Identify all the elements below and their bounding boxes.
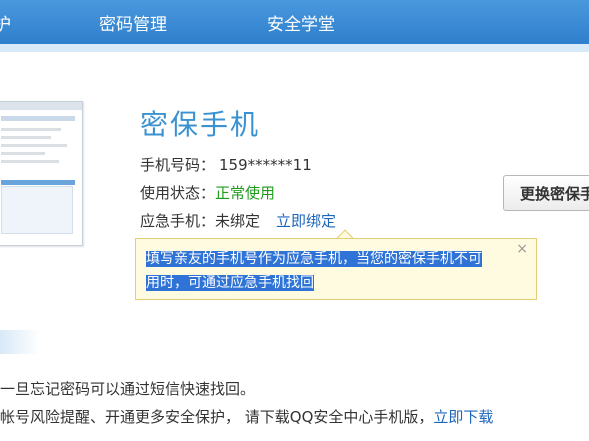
emergency-phone-tooltip: 填写亲友的手机号作为应急手机，当您的密保手机不可 用时，可通过应急手机找回 × [135,238,537,300]
tooltip-line-1: 填写亲友的手机号作为应急手机，当您的密保手机不可 [146,251,482,267]
nav-item-password-management[interactable]: 密码管理 [99,10,167,35]
preview-text-line [1,144,67,147]
preview-text-line [1,152,45,155]
nav-item-account-protection[interactable]: 护 [0,10,11,35]
section-title: 密保手机 [140,108,261,141]
preview-text-line [1,128,61,131]
nav-shadow-strip [0,44,589,52]
tooltip-text: 填写亲友的手机号作为应急手机，当您的密保手机不可 用时，可通过应急手机找回 [146,247,524,295]
emergency-phone-value: 未绑定 [215,212,261,230]
tooltip-line-2: 用时，可通过应急手机找回 [146,275,314,291]
emergency-phone-row: 应急手机：未绑定 立即绑定 [140,210,336,231]
bind-now-link[interactable]: 立即绑定 [276,212,336,230]
phone-number-label: 手机号码： [140,156,216,174]
preview-text-line [1,160,59,163]
phone-number-row: 手机号码： 159******11 [140,154,312,175]
preview-header [1,116,75,121]
download-now-link[interactable]: 立即下载 [433,408,493,426]
nav-item-security-school[interactable]: 安全学堂 [267,10,335,35]
close-icon[interactable]: × [516,241,528,257]
status-label: 使用状态： [140,184,216,202]
description-line-1: 一旦忘记密码可以通过短信快速找回。 [0,380,256,398]
phone-number-value: 159******11 [219,156,312,174]
preview-panel-header [1,180,75,185]
top-navigation-bar: 护 密码管理 安全学堂 [0,0,589,44]
description-line-2-text: 帐号风险提醒、开通更多安全保护， 请下载QQ安全中心手机版， [0,408,434,426]
emergency-phone-label: 应急手机： [140,212,216,230]
preview-panel [1,186,73,234]
status-value: 正常使用 [215,184,276,202]
preview-titlebar [0,102,82,110]
description-line-2: 帐号风险提醒、开通更多安全保护， 请下载QQ安全中心手机版，立即下载 [0,406,493,427]
change-phone-button[interactable]: 更换密保手机 [503,175,589,211]
status-row: 使用状态：正常使用 [140,182,275,203]
phone-protection-preview-image [0,101,83,246]
section-divider [0,330,40,354]
preview-text-line [1,136,51,139]
